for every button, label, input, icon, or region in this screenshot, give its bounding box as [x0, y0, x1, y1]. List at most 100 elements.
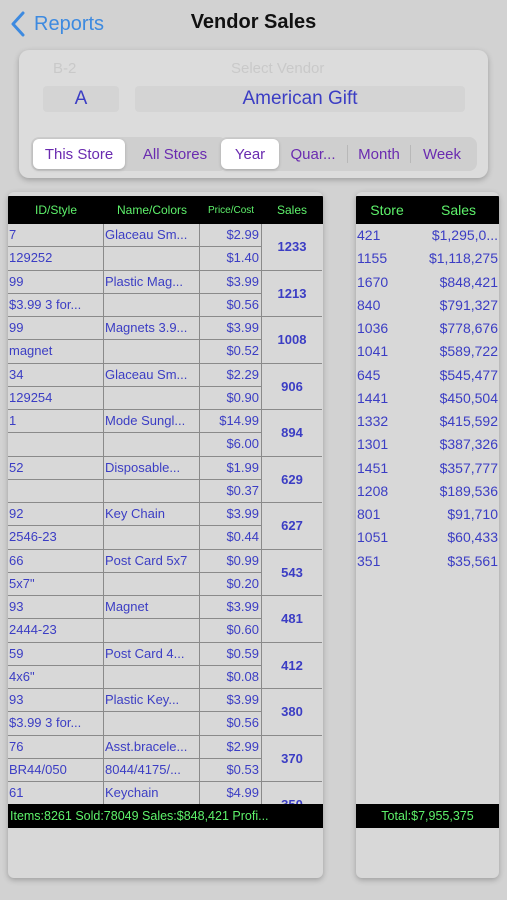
row-store: 1155 — [357, 250, 388, 267]
row-cost: $0.52 — [200, 340, 262, 364]
row-style: 129254 — [8, 386, 104, 410]
row-id: 93 — [8, 596, 104, 620]
table-row[interactable]: 1041 $589,722 — [356, 340, 499, 363]
row-cost: $0.44 — [200, 526, 262, 550]
table-row[interactable]: 1441 $450,504 — [356, 387, 499, 410]
row-price: $3.99 — [200, 596, 262, 620]
row-store: 1332 — [357, 413, 389, 429]
row-cost: $0.20 — [200, 572, 262, 596]
table-row[interactable]: 76 BR44/050 Asst.bracele... 8044/4175/... $2… — [8, 735, 323, 782]
row-sold: 412 — [262, 643, 322, 689]
items-table-header: ID/Style Name/Colors Price/Cost Sales — [8, 196, 323, 224]
row-store-sales: $545,477 — [439, 366, 498, 383]
table-row[interactable]: 93 $3.99 3 for... Plastic Key... $3.99 $0.56… — [8, 689, 323, 736]
table-row[interactable]: 645 $545,477 — [356, 364, 499, 387]
table-row[interactable]: 93 2444-23 Magnet $3.99 $0.60 481 — [8, 596, 323, 643]
picker-ghost-vendor: Select Vendor — [231, 60, 325, 77]
row-cost: $0.53 — [200, 758, 262, 782]
table-row[interactable]: 61Keychain$4.99350 — [8, 782, 323, 804]
row-store: 1208 — [357, 482, 389, 499]
column-header-price-cost[interactable]: Price/Cost — [200, 205, 262, 216]
row-store-sales: $1,118,275 — [428, 250, 498, 267]
row-id: 34 — [8, 363, 104, 387]
column-header-store-sales[interactable]: Sales — [418, 202, 499, 218]
table-row[interactable]: 34 129254 Glaceau Sm... $2.29 $0.90 906 — [8, 363, 323, 410]
items-summary-footer: Items:8261 Sold:78049 Sales:$848,421 Pro… — [8, 804, 323, 828]
row-sold: 380 — [262, 689, 322, 736]
column-header-name-colors[interactable]: Name/Colors — [104, 203, 200, 217]
table-row[interactable]: 1051 $60,433 — [356, 526, 499, 549]
table-row[interactable]: 840 $791,327 — [356, 294, 499, 317]
row-cost: $0.37 — [200, 479, 262, 503]
table-row[interactable]: 7 129252 Glaceau Sm... $2.99 $1.40 1233 — [8, 224, 323, 271]
table-row[interactable]: 1301 $387,326 — [356, 433, 499, 456]
row-style: BR44/050 — [8, 758, 104, 782]
table-row[interactable]: 99 magnet Magnets 3.9... $3.99 $0.52 1008 — [8, 317, 323, 364]
row-store-sales: $91,710 — [447, 506, 498, 522]
segment-week[interactable]: Week — [411, 139, 473, 169]
row-id: 93 — [8, 689, 104, 713]
row-store-sales: $189,536 — [439, 482, 498, 499]
row-price: $2.99 — [200, 224, 262, 248]
vendor-code-wheel[interactable]: A — [43, 86, 119, 112]
row-id: 1 — [8, 410, 104, 434]
row-name: Mode Sungl... — [104, 410, 200, 434]
row-color — [104, 479, 200, 503]
store-table-body[interactable]: 421 $1,295,0... 1155 $1,118,275 1670 $848,421… — [356, 224, 499, 804]
table-row[interactable]: 99 $3.99 3 for... Plastic Mag... $3.99 $0.56… — [8, 270, 323, 317]
navigation-bar: Reports Vendor Sales — [0, 0, 507, 48]
column-header-id-style[interactable]: ID/Style — [8, 203, 104, 217]
row-style: magnet — [8, 340, 104, 364]
store-table[interactable]: Store Sales 421 $1,295,0... 1155 $1,118,275… — [356, 192, 499, 878]
vendor-name-wheel[interactable]: American Gift — [135, 86, 465, 112]
table-row[interactable]: 351 $35,561 — [356, 550, 499, 573]
row-store-sales: $778,676 — [439, 320, 498, 336]
table-row[interactable]: 59 4x6" Post Card 4... $0.59 $0.08 412 — [8, 642, 323, 689]
row-style: 2444-23 — [8, 619, 104, 643]
table-row[interactable]: 52 Disposable... $1.99 $0.37 629 — [8, 456, 323, 503]
row-cost: $0.60 — [200, 619, 262, 643]
row-color — [104, 526, 200, 550]
row-id: 99 — [8, 270, 104, 294]
row-store-sales: $1,295,0... — [431, 227, 498, 243]
row-color: 8044/4175/... — [104, 758, 200, 782]
row-style — [8, 479, 104, 503]
row-sold: 629 — [262, 457, 322, 503]
vendor-picker[interactable]: B-2 Select Vendor A American Gift — [19, 56, 488, 130]
table-row[interactable]: 801 $91,710 — [356, 503, 499, 526]
segment-all-stores[interactable]: All Stores — [125, 139, 225, 169]
table-row[interactable]: 1036 $778,676 — [356, 317, 499, 340]
items-table[interactable]: ID/Style Name/Colors Price/Cost Sales 71… — [8, 192, 323, 878]
table-row[interactable]: 1451 $357,777 — [356, 457, 499, 480]
row-store-sales: $589,722 — [439, 343, 498, 360]
segment-year[interactable]: Year — [221, 139, 279, 169]
row-cost: $0.90 — [200, 386, 262, 410]
column-header-sales[interactable]: Sales — [262, 203, 322, 217]
row-style — [8, 433, 104, 457]
row-id: 92 — [8, 503, 104, 527]
row-sold: 894 — [262, 410, 322, 457]
row-id: 52 — [8, 456, 104, 480]
items-table-body[interactable]: 7 129252 Glaceau Sm... $2.99 $1.40 1233 99 $3.9… — [8, 224, 323, 804]
segment-month[interactable]: Month — [348, 139, 410, 169]
table-row[interactable]: 66 5x7" Post Card 5x7 $0.99 $0.20 543 — [8, 549, 323, 596]
table-row[interactable]: 421 $1,295,0... — [356, 224, 499, 247]
column-header-store[interactable]: Store — [356, 202, 418, 218]
segment-this-store[interactable]: This Store — [33, 139, 125, 169]
row-color — [104, 572, 200, 596]
row-name: Plastic Key... — [104, 689, 200, 713]
row-price: $14.99 — [200, 410, 262, 434]
table-row[interactable]: 1155 $1,118,275 — [356, 247, 499, 270]
row-store: 1451 — [357, 459, 389, 476]
row-store: 421 — [357, 227, 381, 243]
table-row[interactable]: 1332 $415,592 — [356, 410, 499, 433]
row-color — [104, 386, 200, 410]
row-price: $1.99 — [200, 456, 262, 480]
table-row[interactable]: 1208 $189,536 — [356, 480, 499, 503]
segment-quarter[interactable]: Quar... — [279, 139, 347, 169]
table-row[interactable]: 92 2546-23 Key Chain $3.99 $0.44 627 — [8, 503, 323, 550]
row-store-sales: $357,777 — [439, 459, 498, 476]
table-row[interactable]: 1670 $848,421 — [356, 271, 499, 294]
row-store: 1301 — [357, 436, 389, 453]
table-row[interactable]: 1 Mode Sungl... $14.99 $6.00 894 — [8, 410, 323, 457]
